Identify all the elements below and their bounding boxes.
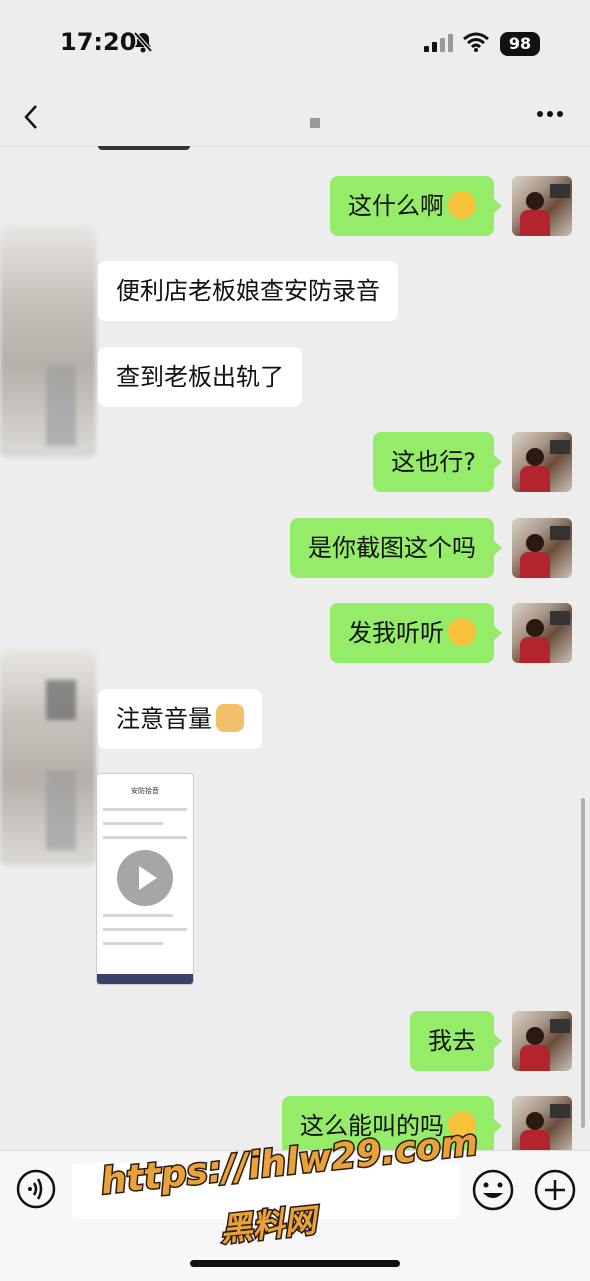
message-bubble-right[interactable]: 是你截图这个吗 [290,518,502,578]
message-text: 查到老板出轨了 [116,363,284,391]
contact-avatar[interactable] [0,226,96,458]
my-avatar[interactable] [512,518,572,578]
message-bubble-left[interactable]: 注意音量 [98,689,262,749]
message-text: 这也行? [391,448,476,476]
watermark: https://ihlw29.com 黑料网 [97,1121,481,1252]
my-avatar[interactable] [512,1096,572,1156]
message-bubble-left[interactable]: 查到老板出轨了 [98,347,302,407]
watermark-name: 黑料网 [217,1200,319,1251]
contact-avatar[interactable] [0,650,96,866]
message-text: 我去 [428,1027,476,1055]
home-indicator[interactable] [190,1260,400,1267]
doge-icon [216,704,244,732]
add-plus-icon[interactable] [534,1169,576,1211]
emoji-icon[interactable] [472,1169,514,1211]
message-bubble-left[interactable]: 便利店老板娘查安防录音 [98,261,398,321]
message-bubble-right[interactable]: 我去 [410,1011,502,1071]
previous-message-edge [98,146,190,150]
video-title: 安防拾音 [131,787,159,795]
message-bubble-right[interactable]: 这什么啊 [330,176,502,236]
back-chevron-icon[interactable] [18,96,48,138]
my-avatar[interactable] [512,176,572,236]
message-bubble-right[interactable]: 这也行? [373,432,502,492]
mute-bell-icon [133,31,153,53]
more-options-icon[interactable] [536,108,564,120]
wifi-icon [463,32,489,52]
signal-icon [424,34,453,52]
my-avatar[interactable] [512,603,572,663]
video-message[interactable]: 安防拾音 0:30 [96,773,194,985]
status-bar: 17:20 98 [0,0,590,88]
video-footer-bar [97,974,193,984]
message-text: 这什么啊 [348,192,444,220]
my-avatar[interactable] [512,1011,572,1071]
play-icon[interactable] [117,850,173,906]
message-text: 便利店老板娘查安防录音 [116,277,380,305]
message-text: 是你截图这个吗 [308,534,476,562]
nerd-face-icon [448,618,476,646]
clock: 17:20 [60,28,137,56]
message-bubble-right[interactable]: 发我听听 [330,603,502,663]
my-avatar[interactable] [512,432,572,492]
voice-input-icon[interactable] [16,1169,56,1209]
scrollbar[interactable] [581,798,585,1128]
thinking-face-icon [448,191,476,219]
message-text: 发我听听 [348,619,444,647]
chat-header [0,88,590,147]
battery-indicator: 98 [500,32,540,56]
message-text: 注意音量 [116,705,212,733]
chat-title [310,118,320,128]
video-duration: 0:30 [164,960,185,970]
